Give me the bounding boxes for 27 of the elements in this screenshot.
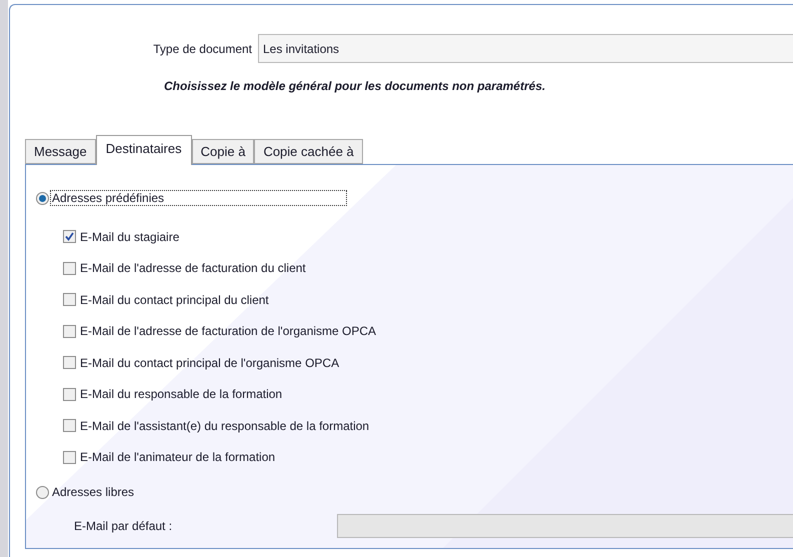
tab[interactable]: Destinataires [96,135,192,165]
checkbox-label: E-Mail de l'adresse de facturation du client [80,260,306,278]
checkbox-label: E-Mail de l'adresse de facturation de l'organisme OPCA [80,323,376,340]
checkbox[interactable] [63,419,76,432]
field-label: E-Mail par défaut : [74,518,174,535]
checkbox[interactable] [63,356,76,370]
checkbox[interactable] [63,324,76,338]
tab[interactable]: Copie cachée à [254,139,363,164]
field-label: Type de document [152,40,253,58]
checkbox-label: E-Mail de l'animateur de la formation [80,449,276,466]
field-value: Les invitations [263,40,340,58]
checkbox[interactable] [63,450,76,464]
checkbox[interactable] [63,293,76,306]
document-type-field[interactable]: Les invitations [258,34,793,63]
checkbox-checked[interactable] [63,230,76,244]
radio-label: Adresses prédéfinies [50,190,347,206]
checkbox-label: E-Mail de l'assistant(e) du responsable de la formation [80,418,370,435]
tab[interactable]: Copie à [192,139,254,164]
checkbox[interactable] [63,262,76,275]
checkbox-label: E-Mail du stagiaire [80,228,180,246]
checkbox-label: E-Mail du contact principal de l'organisme OPCA [80,354,340,372]
instruction-text: Choisissez le modèle général pour les documents non paramétrés. [164,79,546,93]
checkbox-label: E-Mail du contact principal du client [80,292,269,309]
radio-label: Adresses libres [51,484,136,500]
checkbox[interactable] [63,388,76,401]
checkbox-label: E-Mail du responsable de la formation [80,386,282,404]
tab[interactable]: Message [25,139,96,164]
